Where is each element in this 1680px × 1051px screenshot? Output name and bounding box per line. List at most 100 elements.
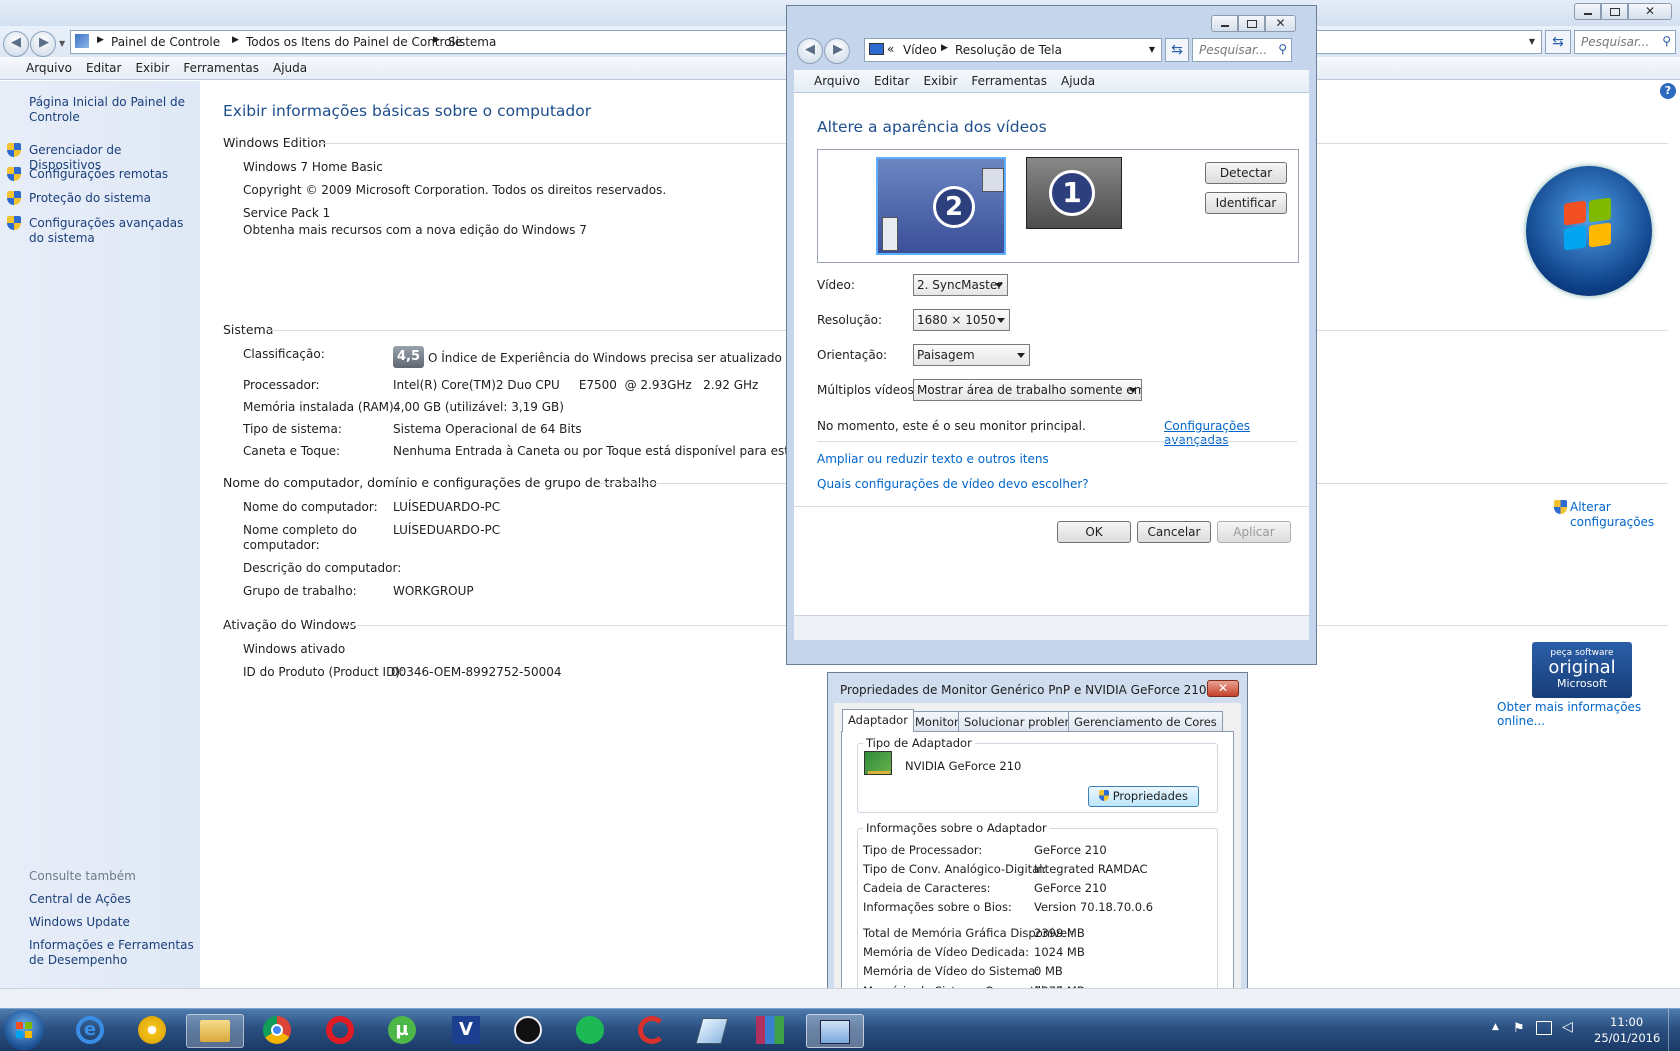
show-hidden-icons[interactable]: ▲ xyxy=(1492,1022,1499,1032)
clock-time[interactable]: 11:00 xyxy=(1610,1015,1643,1029)
identify-button[interactable]: Identificar xyxy=(1205,192,1287,214)
back-button[interactable]: ◀ xyxy=(797,38,823,64)
wei-link[interactable]: O Índice de Experiência do Windows preci… xyxy=(428,351,782,365)
memory-label: Memória de Vídeo Dedicada: xyxy=(863,945,1030,959)
close-button[interactable]: ✕ xyxy=(1265,15,1296,32)
address-dropdown-icon[interactable]: ▼ xyxy=(1149,45,1155,54)
properties-title: Propriedades de Monitor Genérico PnP e N… xyxy=(840,683,1207,697)
orientation-select[interactable]: Paisagem xyxy=(913,344,1030,366)
resolution-select[interactable]: 1680 × 1050 xyxy=(913,309,1010,331)
tab-monitor[interactable]: Monitor xyxy=(909,711,965,731)
sidebar-home-link[interactable]: Página Inicial do Painel de Controle xyxy=(29,95,194,125)
clock-date[interactable]: 25/01/2016 xyxy=(1594,1031,1660,1045)
tab-adapter[interactable]: Adaptador xyxy=(842,709,914,732)
genuine-info-link[interactable]: Obter mais informações online... xyxy=(1497,700,1680,728)
video-label: Vídeo: xyxy=(817,278,855,292)
menu-editar[interactable]: Editar xyxy=(79,57,129,79)
volume-icon[interactable]: ◁ xyxy=(1562,1019,1573,1035)
utorrent-icon[interactable]: µ xyxy=(380,1014,424,1046)
see-also-performance[interactable]: Informações e Ferramentas de Desempenho xyxy=(29,938,194,968)
close-button[interactable]: ✕ xyxy=(1207,680,1239,697)
maximize-button[interactable] xyxy=(1601,3,1628,20)
show-desktop-button[interactable] xyxy=(1668,1009,1680,1051)
spotify-icon[interactable] xyxy=(568,1014,612,1046)
forward-button[interactable]: ▶ xyxy=(30,31,56,57)
text-size-link[interactable]: Ampliar ou reduzir texto e outros itens xyxy=(817,452,1049,466)
multi-display-label: Múltiplos vídeos: xyxy=(817,383,918,397)
back-button[interactable]: ◀ xyxy=(3,31,29,57)
see-also-windows-update[interactable]: Windows Update xyxy=(29,915,194,930)
properties-button[interactable]: Propriedades xyxy=(1088,786,1199,807)
edition-upgrade-link[interactable]: Obtenha mais recursos com a nova edição … xyxy=(243,223,587,237)
breadcrumb-resolution[interactable]: Resolução de Tela xyxy=(955,43,1062,57)
change-settings-link[interactable]: Alterar configurações xyxy=(1570,500,1670,530)
menu-ajuda[interactable]: Ajuda xyxy=(1054,70,1102,92)
paper-app-icon[interactable] xyxy=(690,1014,734,1046)
menu-exibir[interactable]: Exibir xyxy=(916,70,964,92)
system-type-label: Tipo de sistema: xyxy=(243,422,342,436)
file-explorer-icon[interactable] xyxy=(186,1014,244,1048)
info-value: Version 70.18.70.0.6 xyxy=(1034,900,1154,914)
ok-button[interactable]: OK xyxy=(1057,521,1131,543)
shield-icon xyxy=(1099,790,1110,801)
see-also-action-center[interactable]: Central de Ações xyxy=(29,892,194,907)
refresh-button[interactable]: ⇆ xyxy=(1165,38,1189,62)
history-dropdown-icon[interactable]: ▼ xyxy=(59,39,65,48)
app-g-icon[interactable] xyxy=(506,1014,550,1046)
advanced-settings-link[interactable]: Configurações avançadas xyxy=(1164,419,1309,447)
monitor-2[interactable]: 2 xyxy=(876,157,1006,255)
media-player-icon[interactable] xyxy=(130,1014,174,1046)
help-icon[interactable]: ? xyxy=(1660,83,1676,99)
breadcrumb-2[interactable]: Sistema xyxy=(448,35,496,49)
search-input[interactable]: Pesquisar... ⚲ xyxy=(1574,30,1676,54)
vegas-icon[interactable]: V xyxy=(444,1014,488,1046)
opera-icon[interactable] xyxy=(318,1014,362,1046)
status-bar xyxy=(794,615,1309,640)
apply-button[interactable]: Aplicar xyxy=(1217,521,1291,543)
menu-editar[interactable]: Editar xyxy=(867,70,917,92)
sidebar-item-remote[interactable]: Configurações remotas xyxy=(29,167,194,182)
chrome-icon[interactable] xyxy=(255,1014,299,1046)
which-settings-link[interactable]: Quais configurações de vídeo devo escolh… xyxy=(817,477,1089,491)
search-input[interactable]: Pesquisar... ⚲ xyxy=(1192,38,1292,62)
multi-display-select[interactable]: Mostrar área de trabalho somente em 2 xyxy=(913,379,1142,401)
action-center-flag-icon[interactable]: ⚑ xyxy=(1513,1021,1525,1036)
menu-ferramentas[interactable]: Ferramentas xyxy=(964,70,1054,92)
detect-button[interactable]: Detectar xyxy=(1205,162,1287,184)
menu-arquivo[interactable]: Arquivo xyxy=(807,70,867,92)
menu-ajuda[interactable]: Ajuda xyxy=(266,57,314,79)
start-button[interactable] xyxy=(4,1010,44,1050)
tab-color-management[interactable]: Gerenciamento de Cores xyxy=(1068,711,1223,731)
main-status-bar xyxy=(0,988,1680,1009)
video-select[interactable]: 2. SyncMaster xyxy=(913,274,1008,296)
menu-arquivo[interactable]: Arquivo xyxy=(19,57,79,79)
info-label: Tipo de Conv. Analógico-Digital: xyxy=(863,862,1047,876)
address-dropdown-icon[interactable]: ▼ xyxy=(1529,37,1535,46)
info-label: Cadeia de Caracteres: xyxy=(863,881,991,895)
close-button[interactable]: ✕ xyxy=(1628,3,1672,20)
winrar-icon[interactable] xyxy=(748,1014,792,1046)
monitor-1[interactable]: 1 xyxy=(1026,157,1122,229)
sidebar-item-protection[interactable]: Proteção do sistema xyxy=(29,191,194,206)
sidebar-item-advanced[interactable]: Configurações avançadas do sistema xyxy=(29,216,194,246)
network-icon[interactable] xyxy=(1536,1021,1552,1035)
menu-ferramentas[interactable]: Ferramentas xyxy=(176,57,266,79)
breadcrumb-video[interactable]: Vídeo xyxy=(903,43,937,57)
edition-sp: Service Pack 1 xyxy=(243,206,331,220)
internet-explorer-icon[interactable]: e xyxy=(68,1014,112,1046)
control-panel-icon[interactable] xyxy=(806,1014,864,1048)
ccleaner-icon[interactable] xyxy=(630,1014,674,1046)
cancel-button[interactable]: Cancelar xyxy=(1137,521,1211,543)
system-type-value: Sistema Operacional de 64 Bits xyxy=(393,422,582,436)
computer-name-value: LUÍSEDUARDO-PC xyxy=(393,500,501,514)
address-bar[interactable]: « Vídeo ▶ Resolução de Tela ▼ xyxy=(864,38,1162,62)
refresh-button[interactable]: ⇆ xyxy=(1545,30,1571,54)
maximize-button[interactable] xyxy=(1238,15,1265,32)
minimize-button[interactable] xyxy=(1574,3,1601,20)
breadcrumb-0[interactable]: Painel de Controle xyxy=(111,35,220,49)
menu-exibir[interactable]: Exibir xyxy=(128,57,176,79)
minimize-button[interactable] xyxy=(1211,15,1238,32)
processor-label: Processador: xyxy=(243,378,320,392)
forward-button[interactable]: ▶ xyxy=(824,38,850,64)
breadcrumb-1[interactable]: Todos os Itens do Painel de Controle xyxy=(246,35,462,49)
